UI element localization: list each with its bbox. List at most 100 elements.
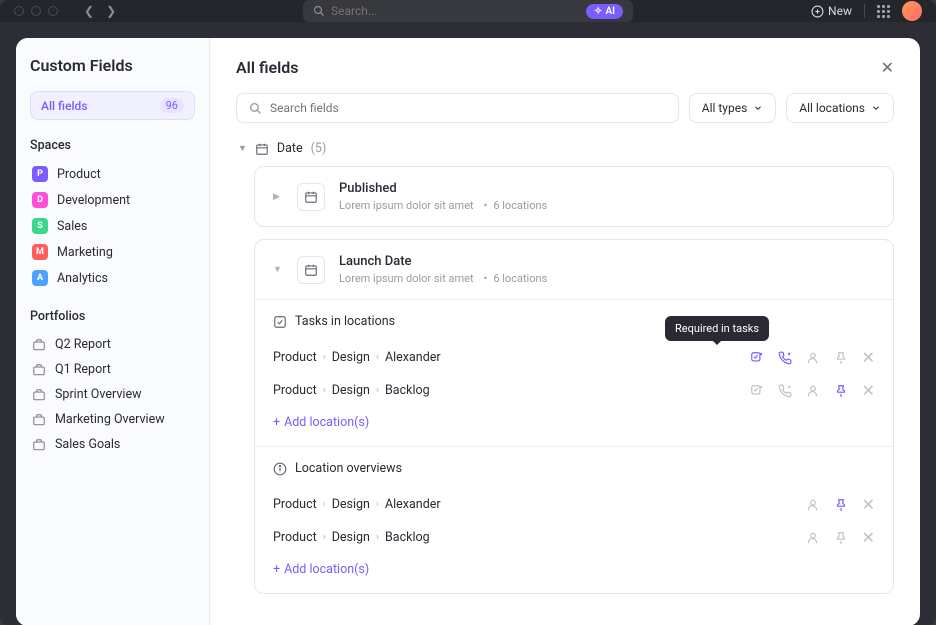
breadcrumb-part: Backlog xyxy=(385,383,430,398)
field-row[interactable]: ▶ Published Lorem ipsum dolor sit amet6 … xyxy=(255,167,893,226)
sidebar-item-label: Sales Goals xyxy=(55,437,120,452)
breadcrumb[interactable]: Product›Design›Backlog xyxy=(273,383,430,398)
portfolios-heading: Portfolios xyxy=(30,309,195,324)
sidebar-space-item[interactable]: D Development xyxy=(30,187,195,213)
add-location-button[interactable]: + Add location(s) xyxy=(273,407,875,432)
phone-icon[interactable] xyxy=(778,384,792,398)
briefcase-icon xyxy=(32,388,46,402)
new-button[interactable]: New xyxy=(811,4,852,18)
field-row[interactable]: ▼ Launch Date Lorem ipsum dolor sit amet… xyxy=(255,240,893,299)
pin-icon[interactable] xyxy=(834,384,848,398)
search-fields-input[interactable] xyxy=(270,101,666,115)
main-content: All fields ✕ All types All locations ▼ D… xyxy=(210,38,920,625)
space-badge: P xyxy=(32,166,48,182)
space-badge: A xyxy=(32,270,48,286)
sidebar-item-label: Sprint Overview xyxy=(55,387,141,402)
sidebar-portfolio-item[interactable]: Sales Goals xyxy=(30,432,195,457)
person-icon[interactable] xyxy=(806,351,820,365)
add-location-button[interactable]: + Add location(s) xyxy=(273,554,875,579)
checkbox-icon xyxy=(273,315,287,329)
breadcrumb-part: Product xyxy=(273,383,317,398)
remove-icon[interactable]: ✕ xyxy=(862,528,875,547)
field-card: ▶ Published Lorem ipsum dolor sit amet6 … xyxy=(254,166,894,227)
remove-icon[interactable]: ✕ xyxy=(862,381,875,400)
breadcrumb[interactable]: Product›Design›Alexander xyxy=(273,350,441,365)
breadcrumb-part: Alexander xyxy=(385,497,441,512)
avatar[interactable] xyxy=(902,1,922,21)
main-title: All fields xyxy=(236,58,299,77)
field-name: Published xyxy=(339,181,547,196)
filter-types-button[interactable]: All types xyxy=(689,93,777,123)
apps-icon[interactable] xyxy=(877,5,890,18)
sidebar-portfolio-item[interactable]: Sprint Overview xyxy=(30,382,195,407)
person-icon[interactable] xyxy=(806,498,820,512)
sidebar-item-label: Analytics xyxy=(57,271,108,286)
space-badge: D xyxy=(32,192,48,208)
global-search[interactable]: ✧ AI xyxy=(303,0,633,22)
breadcrumb-part: Backlog xyxy=(385,530,430,545)
person-icon[interactable] xyxy=(806,384,820,398)
calendar-icon xyxy=(255,142,269,156)
breadcrumb-part: Design xyxy=(332,497,370,512)
sidebar-item-label: Product xyxy=(57,167,101,182)
filter-locations-button[interactable]: All locations xyxy=(786,93,894,123)
person-icon[interactable] xyxy=(806,531,820,545)
required-task-icon[interactable] xyxy=(750,384,764,398)
breadcrumb-part: Product xyxy=(273,350,317,365)
overviews-subsection: Location overviews Product›Design›Alexan… xyxy=(255,446,893,593)
tasks-subsection: Tasks in locations Product›Design›Alexan… xyxy=(255,299,893,446)
briefcase-icon xyxy=(32,438,46,452)
sidebar-portfolio-item[interactable]: Q1 Report xyxy=(30,357,195,382)
briefcase-icon xyxy=(32,363,46,377)
pin-icon[interactable] xyxy=(834,531,848,545)
required-task-icon[interactable] xyxy=(750,351,764,365)
titlebar: ❮ ❯ ✧ AI New xyxy=(0,0,936,22)
sidebar-item-label: Marketing Overview xyxy=(55,412,165,427)
all-fields-pill[interactable]: All fields 96 xyxy=(30,91,195,120)
spaces-heading: Spaces xyxy=(30,138,195,153)
breadcrumb-part: Design xyxy=(332,350,370,365)
group-header[interactable]: ▼ Date (5) xyxy=(236,141,894,156)
chevron-down-icon[interactable]: ▼ xyxy=(238,143,247,154)
pin-icon[interactable] xyxy=(834,498,848,512)
sidebar-portfolio-item[interactable]: Marketing Overview xyxy=(30,407,195,432)
pin-icon[interactable] xyxy=(834,351,848,365)
traffic-lights xyxy=(14,6,58,16)
sidebar-space-item[interactable]: A Analytics xyxy=(30,265,195,291)
breadcrumb-part: Product xyxy=(273,530,317,545)
phone-icon[interactable] xyxy=(778,351,792,365)
global-search-input[interactable] xyxy=(331,4,580,18)
page-title: Custom Fields xyxy=(30,56,195,75)
search-fields[interactable] xyxy=(236,93,679,123)
location-row: Product›Design›Alexander ✕ xyxy=(273,488,875,521)
sidebar-space-item[interactable]: M Marketing xyxy=(30,239,195,265)
nav-back-button[interactable]: ❮ xyxy=(80,0,98,22)
sidebar-item-label: Marketing xyxy=(57,245,113,260)
breadcrumb[interactable]: Product›Design›Backlog xyxy=(273,530,430,545)
briefcase-icon xyxy=(32,413,46,427)
briefcase-icon xyxy=(32,338,46,352)
remove-icon[interactable]: ✕ xyxy=(862,495,875,514)
breadcrumb-part: Design xyxy=(332,530,370,545)
close-icon[interactable]: ✕ xyxy=(881,58,894,77)
space-badge: S xyxy=(32,218,48,234)
tooltip: Required in tasks xyxy=(665,316,769,341)
chevron-down-icon[interactable]: ▼ xyxy=(273,264,283,275)
breadcrumb[interactable]: Product›Design›Alexander xyxy=(273,497,441,512)
search-icon xyxy=(249,102,262,115)
sidebar-item-label: Development xyxy=(57,193,130,208)
remove-icon[interactable]: ✕ xyxy=(862,348,875,367)
info-icon xyxy=(273,462,287,476)
chevron-down-icon xyxy=(871,103,881,113)
sidebar-item-label: Sales xyxy=(57,219,87,234)
sidebar-portfolio-item[interactable]: Q2 Report xyxy=(30,332,195,357)
space-badge: M xyxy=(32,244,48,260)
sidebar-space-item[interactable]: S Sales xyxy=(30,213,195,239)
calendar-icon xyxy=(297,256,325,284)
chevron-down-icon xyxy=(753,103,763,113)
nav-forward-button[interactable]: ❯ xyxy=(102,0,120,22)
ai-badge[interactable]: ✧ AI xyxy=(586,4,623,19)
chevron-right-icon[interactable]: ▶ xyxy=(273,192,283,202)
location-row: Product›Design›Backlog ✕ xyxy=(273,521,875,554)
sidebar-space-item[interactable]: P Product xyxy=(30,161,195,187)
